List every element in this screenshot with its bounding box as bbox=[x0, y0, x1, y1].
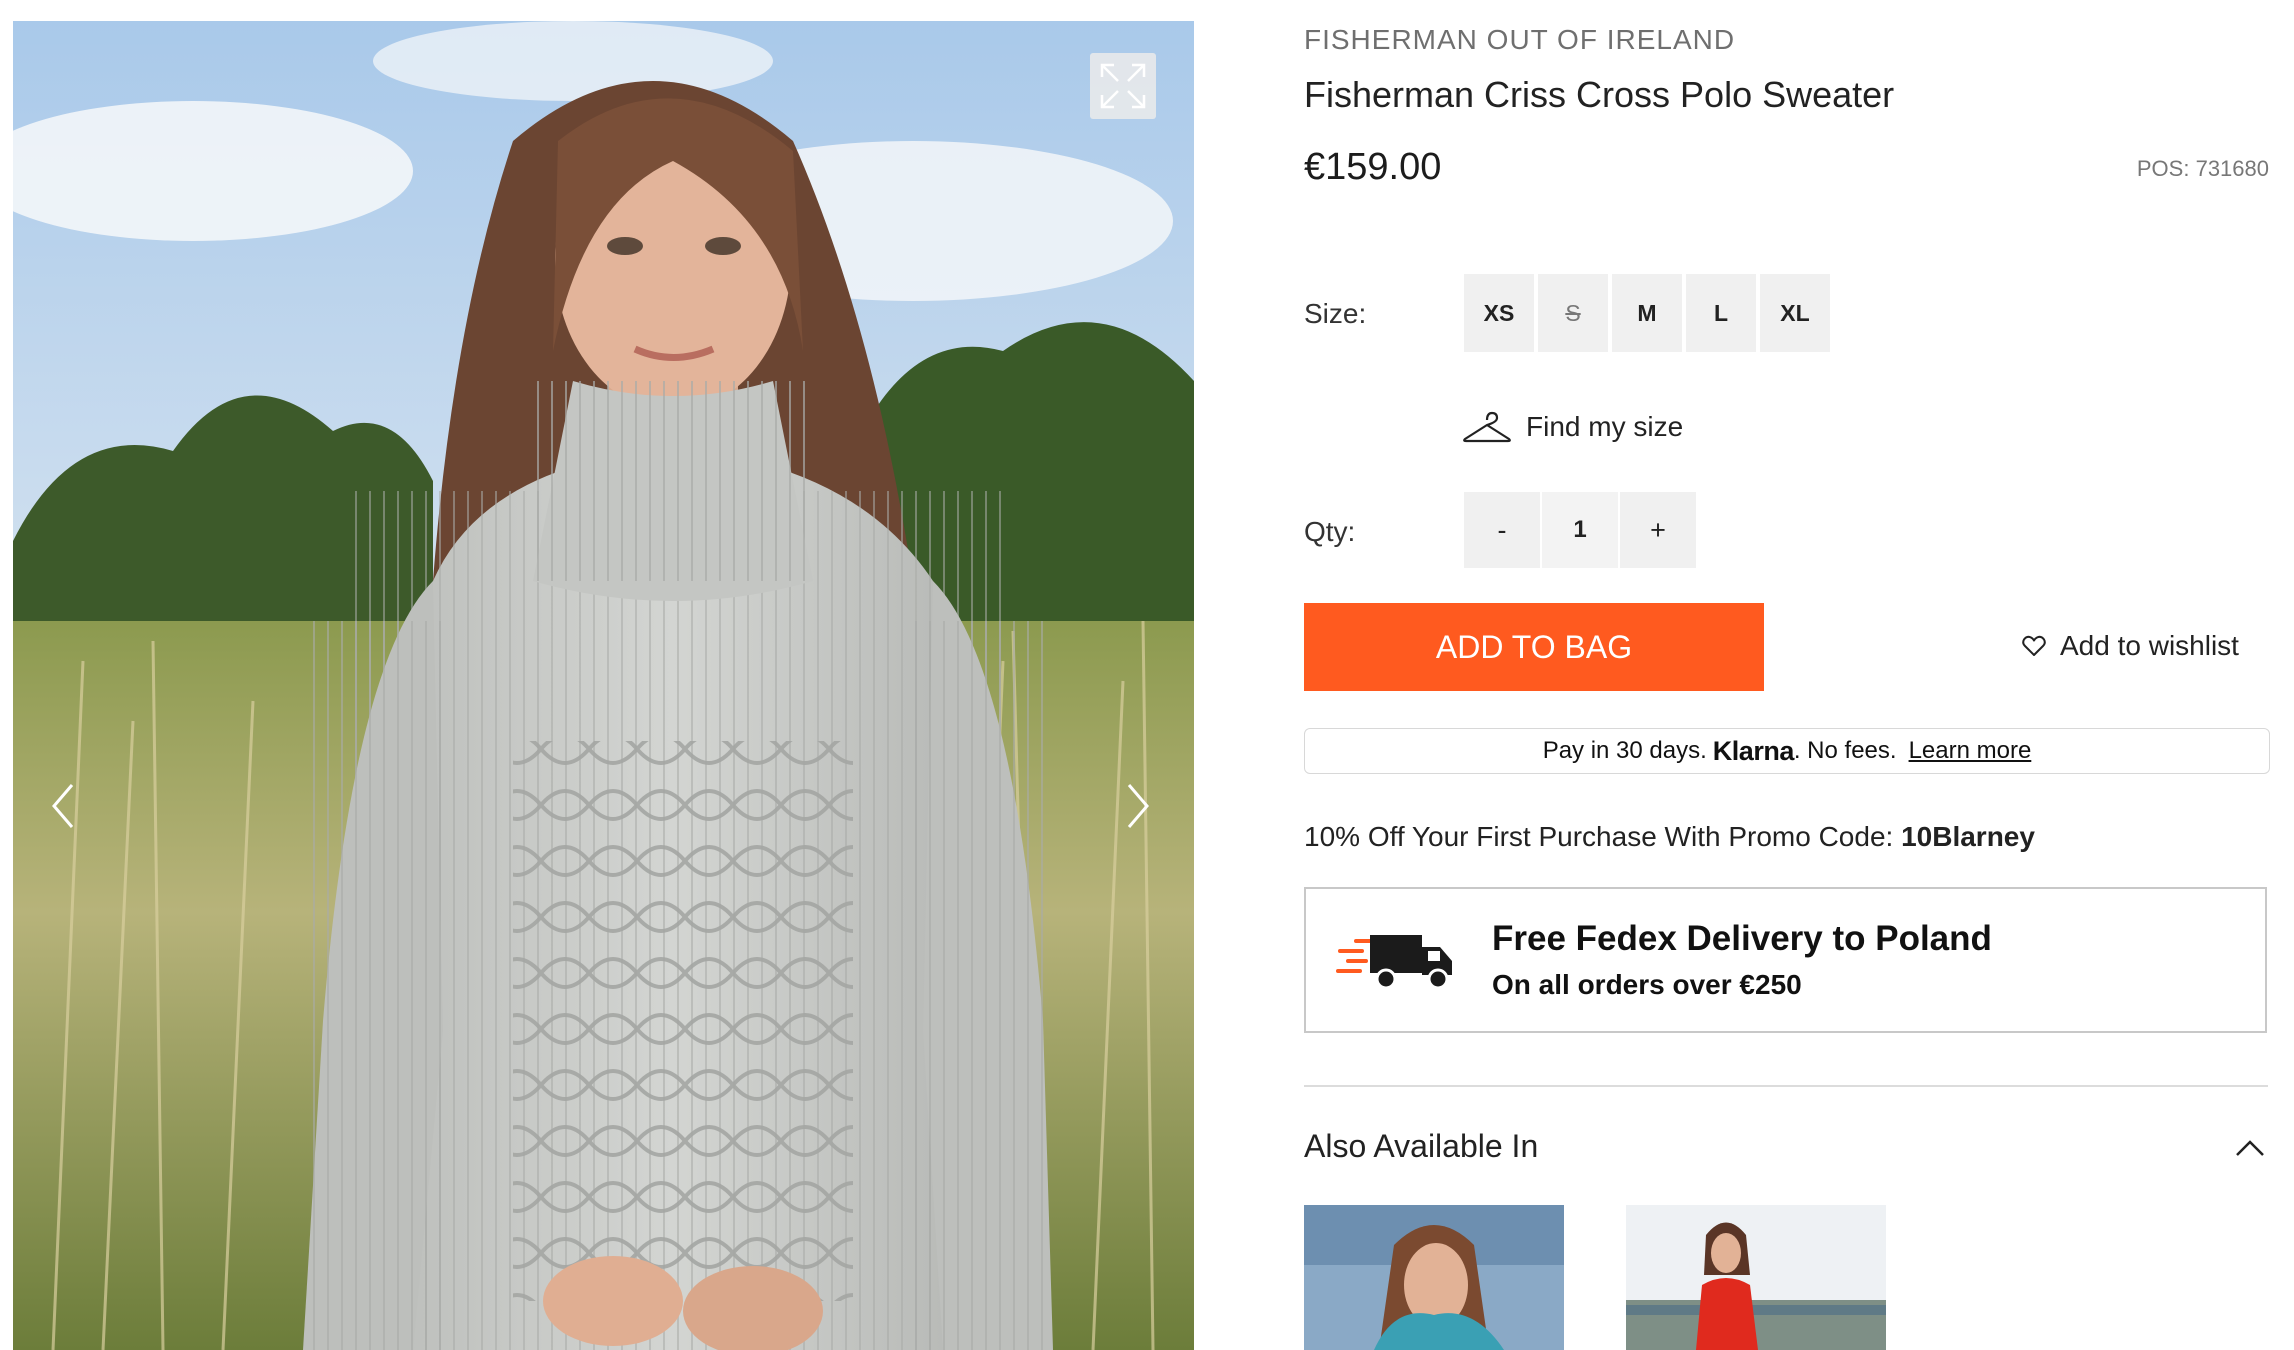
size-option-l[interactable]: L bbox=[1686, 274, 1756, 352]
delivery-banner: Free Fedex Delivery to Poland On all ord… bbox=[1304, 887, 2267, 1033]
klarna-text-after: . No fees. bbox=[1793, 737, 1897, 764]
size-option-m[interactable]: M bbox=[1612, 274, 1682, 352]
delivery-truck-icon bbox=[1336, 935, 1452, 990]
promo-text: 10% Off Your First Purchase With Promo C… bbox=[1304, 821, 1894, 852]
qty-decrease-button[interactable]: - bbox=[1464, 492, 1540, 568]
section-divider bbox=[1304, 1085, 2268, 1087]
klarna-logo: Klarna bbox=[1712, 735, 1795, 766]
expand-image-button[interactable] bbox=[1090, 53, 1156, 119]
also-available-title: Also Available In bbox=[1304, 1128, 1539, 1164]
qty-label: Qty: bbox=[1304, 516, 1356, 547]
product-image-gallery[interactable] bbox=[13, 21, 1194, 1350]
wishlist-label: Add to wishlist bbox=[2060, 630, 2239, 661]
chevron-up-icon[interactable] bbox=[2234, 1138, 2266, 1158]
alt-color-thumbnail-red[interactable] bbox=[1626, 1205, 1886, 1350]
klarna-text-before: Pay in 30 days. bbox=[1542, 737, 1707, 764]
product-title: Fisherman Criss Cross Polo Sweater bbox=[1304, 74, 1895, 115]
chevron-right-icon bbox=[1127, 784, 1149, 828]
promo-message: 10% Off Your First Purchase With Promo C… bbox=[1304, 821, 2035, 853]
heart-icon bbox=[2022, 635, 2046, 656]
quantity-stepper: - 1 + bbox=[1464, 492, 1696, 568]
size-option-xl[interactable]: XL bbox=[1760, 274, 1830, 352]
product-price: €159.00 bbox=[1304, 146, 1442, 188]
product-photo bbox=[13, 21, 1194, 1350]
pos-value: 731680 bbox=[2195, 156, 2269, 181]
alt-color-image bbox=[1304, 1205, 1564, 1350]
promo-code: 10Blarney bbox=[1901, 821, 2035, 852]
delivery-subtitle: On all orders over €250 bbox=[1492, 969, 1802, 1000]
expand-icon bbox=[1100, 63, 1146, 109]
chevron-left-icon bbox=[52, 784, 74, 828]
qty-increase-button[interactable]: + bbox=[1620, 492, 1696, 568]
previous-image-button[interactable] bbox=[38, 766, 88, 846]
size-selector: XS S M L XL bbox=[1464, 274, 1830, 352]
add-to-wishlist-link[interactable]: Add to wishlist bbox=[2022, 630, 2239, 662]
find-my-size-link[interactable]: Find my size bbox=[1462, 410, 1683, 444]
klarna-learn-more-link[interactable]: Learn more bbox=[1909, 737, 2032, 765]
klarna-banner: Pay in 30 days. Klarna. No fees. Learn m… bbox=[1304, 728, 2270, 774]
hanger-icon bbox=[1463, 411, 1511, 443]
alt-color-thumbnail-blue[interactable] bbox=[1304, 1205, 1564, 1350]
size-label: Size: bbox=[1304, 298, 1367, 329]
add-to-bag-button[interactable]: ADD TO BAG bbox=[1304, 603, 1764, 691]
pos-number: POS: 731680 bbox=[2137, 156, 2269, 182]
delivery-title: Free Fedex Delivery to Poland bbox=[1492, 919, 1992, 958]
pos-label: POS: bbox=[2136, 156, 2190, 181]
size-option-xs[interactable]: XS bbox=[1464, 274, 1534, 352]
qty-value[interactable]: 1 bbox=[1542, 492, 1618, 568]
next-image-button[interactable] bbox=[1113, 766, 1163, 846]
find-my-size-label: Find my size bbox=[1526, 411, 1684, 442]
size-option-s[interactable]: S bbox=[1538, 274, 1608, 352]
alt-color-image bbox=[1626, 1205, 1886, 1350]
product-brand: FISHERMAN OUT OF IRELAND bbox=[1304, 24, 1736, 55]
